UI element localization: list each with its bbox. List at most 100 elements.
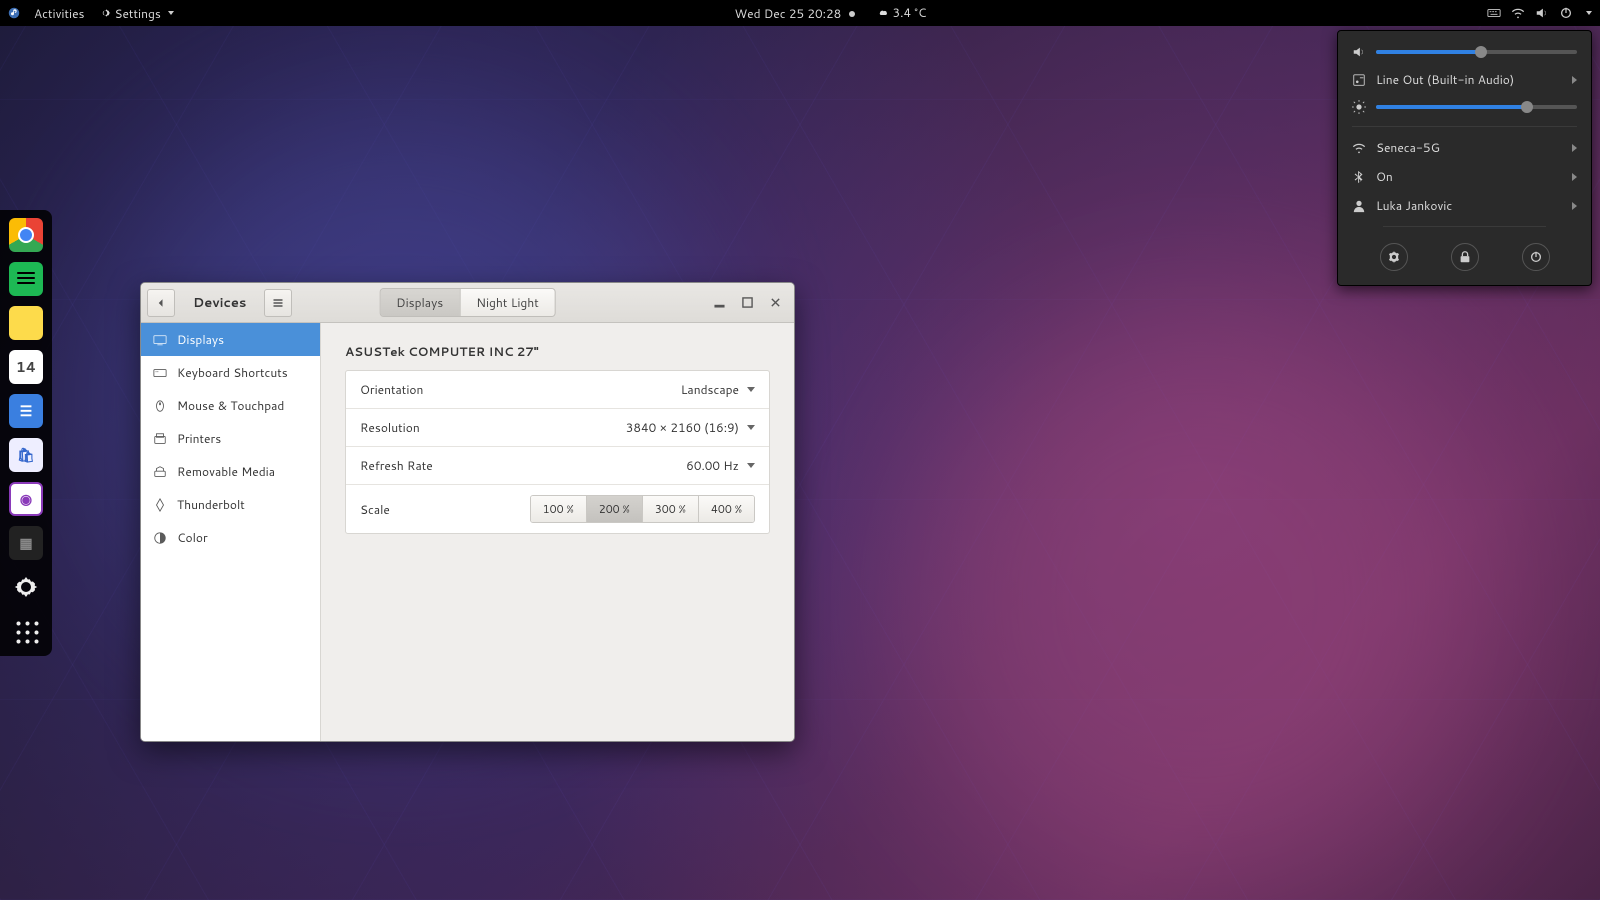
settings-button[interactable] bbox=[1380, 243, 1408, 271]
wifi-row[interactable]: Seneca-5G bbox=[1338, 133, 1591, 162]
window-close-button[interactable] bbox=[768, 296, 782, 310]
dropdown-icon bbox=[747, 463, 755, 468]
sidebar-item-label: Printers bbox=[177, 430, 221, 447]
wifi-icon bbox=[1352, 141, 1366, 155]
bluetooth-row[interactable]: On bbox=[1338, 162, 1591, 191]
dropdown-icon bbox=[747, 425, 755, 430]
wifi-icon[interactable] bbox=[1511, 6, 1525, 20]
dock-app-podcasts[interactable]: ◉ bbox=[9, 482, 43, 516]
scale-option[interactable]: 200 % bbox=[586, 496, 642, 522]
minimize-icon bbox=[714, 297, 725, 308]
dock-app-settings[interactable] bbox=[9, 570, 43, 604]
titlebar[interactable]: Devices Displays Night Light bbox=[141, 283, 794, 323]
gear-icon bbox=[1387, 250, 1401, 264]
system-menu-popup: Line Out (Built-in Audio) Seneca-5G On L… bbox=[1337, 30, 1592, 286]
user-row[interactable]: Luka Jankovic bbox=[1338, 191, 1591, 220]
chevron-right-icon bbox=[1572, 144, 1577, 152]
volume-icon[interactable] bbox=[1535, 6, 1549, 20]
separator bbox=[1383, 226, 1546, 227]
dock-app-spotify[interactable] bbox=[9, 262, 43, 296]
settings-sidebar: Displays Keyboard Shortcuts Mouse & Touchp… bbox=[141, 323, 321, 741]
refresh-rate-row[interactable]: Refresh Rate 60.00 Hz bbox=[346, 447, 769, 485]
hamburger-icon bbox=[272, 297, 284, 309]
sidebar-icon bbox=[153, 366, 167, 380]
row-label: Orientation bbox=[360, 381, 423, 398]
window-minimize-button[interactable] bbox=[712, 296, 726, 310]
scale-option[interactable]: 100 % bbox=[531, 496, 586, 522]
caret-down-icon bbox=[1586, 11, 1592, 15]
scale-options: 100 %200 %300 %400 % bbox=[530, 495, 755, 523]
lock-button[interactable] bbox=[1451, 243, 1479, 271]
gear-icon bbox=[99, 7, 111, 19]
sidebar-item-displays[interactable]: Displays bbox=[141, 323, 320, 356]
lock-icon bbox=[1458, 250, 1472, 264]
dock-app-chrome[interactable] bbox=[9, 218, 43, 252]
header-title: Devices bbox=[193, 294, 246, 312]
app-menu-label: Settings bbox=[115, 5, 161, 22]
settings-window: Devices Displays Night Light Displays Key… bbox=[140, 282, 795, 742]
weather-icon bbox=[877, 6, 889, 18]
wifi-label: Seneca-5G bbox=[1376, 139, 1440, 156]
chevron-right-icon bbox=[1572, 76, 1577, 84]
power-button[interactable] bbox=[1522, 243, 1550, 271]
dock-app-calendar[interactable]: 14 bbox=[9, 350, 43, 384]
sidebar-item-color[interactable]: Color bbox=[141, 521, 320, 554]
dock-app-tiling[interactable]: ▦ bbox=[9, 526, 43, 560]
tab-displays[interactable]: Displays bbox=[380, 289, 459, 316]
sidebar-icon bbox=[153, 333, 167, 347]
dock-app-todo[interactable]: ☰ bbox=[9, 394, 43, 428]
dock-show-applications[interactable] bbox=[9, 614, 43, 648]
row-label: Refresh Rate bbox=[360, 457, 433, 474]
volume-icon bbox=[1352, 45, 1366, 59]
dock-app-software[interactable]: 🛍 bbox=[9, 438, 43, 472]
brightness-slider[interactable] bbox=[1376, 105, 1577, 109]
scale-option[interactable]: 400 % bbox=[698, 496, 754, 522]
keyboard-layout-icon[interactable] bbox=[1487, 6, 1501, 20]
audio-output-label: Line Out (Built-in Audio) bbox=[1376, 71, 1514, 88]
sidebar-item-label: Keyboard Shortcuts bbox=[177, 364, 288, 381]
view-switcher: Displays Night Light bbox=[379, 288, 556, 317]
scale-row: Scale 100 %200 %300 %400 % bbox=[346, 485, 769, 533]
brightness-slider-row[interactable] bbox=[1338, 94, 1591, 120]
sidebar-item-printers[interactable]: Printers bbox=[141, 422, 320, 455]
separator bbox=[1352, 126, 1577, 127]
row-value: Landscape bbox=[681, 381, 739, 398]
sidebar-item-mouse-touchpad[interactable]: Mouse & Touchpad bbox=[141, 389, 320, 422]
sidebar-item-thunderbolt[interactable]: Thunderbolt bbox=[141, 488, 320, 521]
chevron-left-icon bbox=[155, 297, 167, 309]
sidebar-item-label: Thunderbolt bbox=[177, 496, 245, 513]
sidebar-item-label: Color bbox=[177, 529, 208, 546]
sidebar-icon bbox=[153, 399, 167, 413]
sidebar-item-keyboard-shortcuts[interactable]: Keyboard Shortcuts bbox=[141, 356, 320, 389]
menu-button[interactable] bbox=[264, 289, 292, 317]
app-menu-settings[interactable]: Settings bbox=[99, 5, 174, 22]
scale-option[interactable]: 300 % bbox=[642, 496, 698, 522]
dash-to-dock: 14 ☰ 🛍 ◉ ▦ bbox=[0, 210, 52, 656]
power-icon bbox=[1529, 250, 1543, 264]
display-settings-panel: Orientation Landscape Resolution 3840 × … bbox=[345, 370, 770, 534]
chevron-right-icon bbox=[1572, 173, 1577, 181]
window-maximize-button[interactable] bbox=[740, 296, 754, 310]
back-button[interactable] bbox=[147, 289, 175, 317]
dropdown-icon bbox=[747, 387, 755, 392]
sidebar-item-removable-media[interactable]: Removable Media bbox=[141, 455, 320, 488]
weather-indicator[interactable]: 3.4 °C bbox=[877, 4, 927, 21]
status-area[interactable] bbox=[1487, 6, 1592, 20]
power-icon[interactable] bbox=[1559, 6, 1573, 20]
volume-slider[interactable] bbox=[1376, 50, 1577, 54]
tab-night-light[interactable]: Night Light bbox=[459, 289, 555, 316]
top-panel: Activities Settings Wed Dec 25 20:28 3.4… bbox=[0, 0, 1600, 26]
resolution-row[interactable]: Resolution 3840 × 2160 (16:9) bbox=[346, 409, 769, 447]
volume-slider-row[interactable] bbox=[1338, 39, 1591, 65]
bluetooth-icon bbox=[1352, 170, 1366, 184]
audio-output-row[interactable]: Line Out (Built-in Audio) bbox=[1338, 65, 1591, 94]
activities-button[interactable]: Activities bbox=[34, 5, 85, 22]
orientation-row[interactable]: Orientation Landscape bbox=[346, 371, 769, 409]
dock-app-notes[interactable] bbox=[9, 306, 43, 340]
user-label: Luka Jankovic bbox=[1376, 197, 1452, 214]
row-label: Resolution bbox=[360, 419, 420, 436]
fedora-logo-icon[interactable] bbox=[8, 7, 20, 19]
close-icon bbox=[770, 297, 781, 308]
row-value: 3840 × 2160 (16:9) bbox=[626, 419, 739, 436]
clock[interactable]: Wed Dec 25 20:28 bbox=[735, 5, 856, 22]
